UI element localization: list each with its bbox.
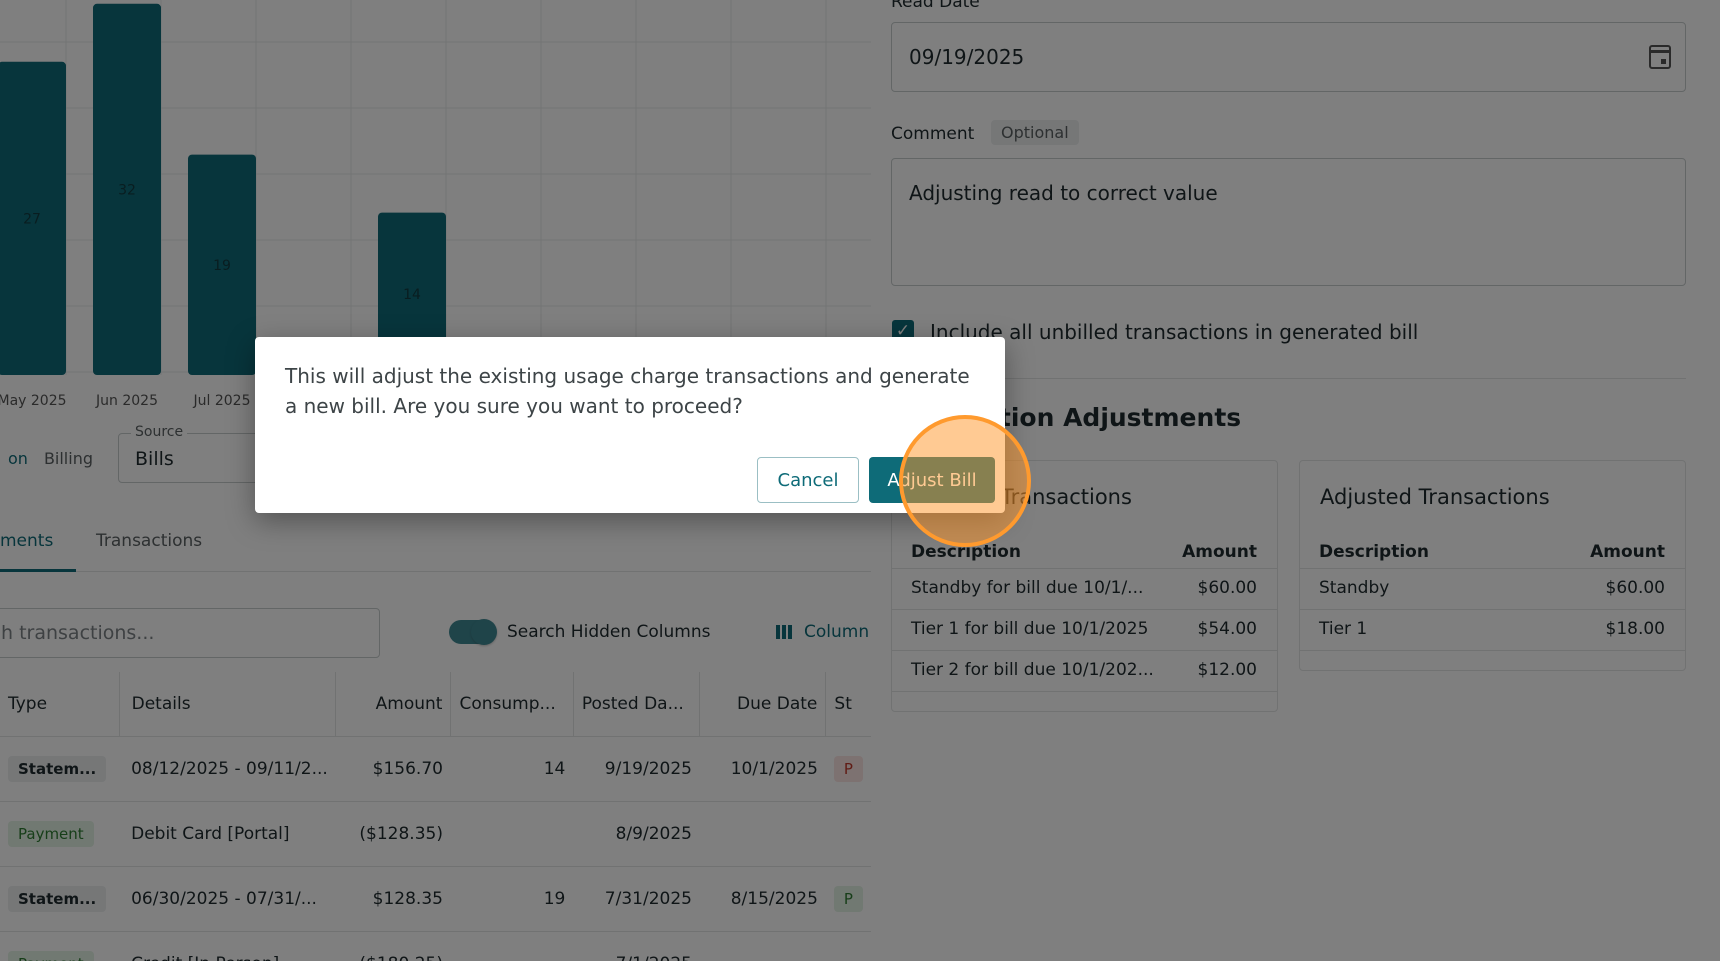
dialog-message: This will adjust the existing usage char… (285, 364, 970, 418)
cancel-button[interactable]: Cancel (757, 457, 859, 503)
confirm-dialog: This will adjust the existing usage char… (255, 337, 1005, 513)
click-indicator (899, 415, 1031, 547)
